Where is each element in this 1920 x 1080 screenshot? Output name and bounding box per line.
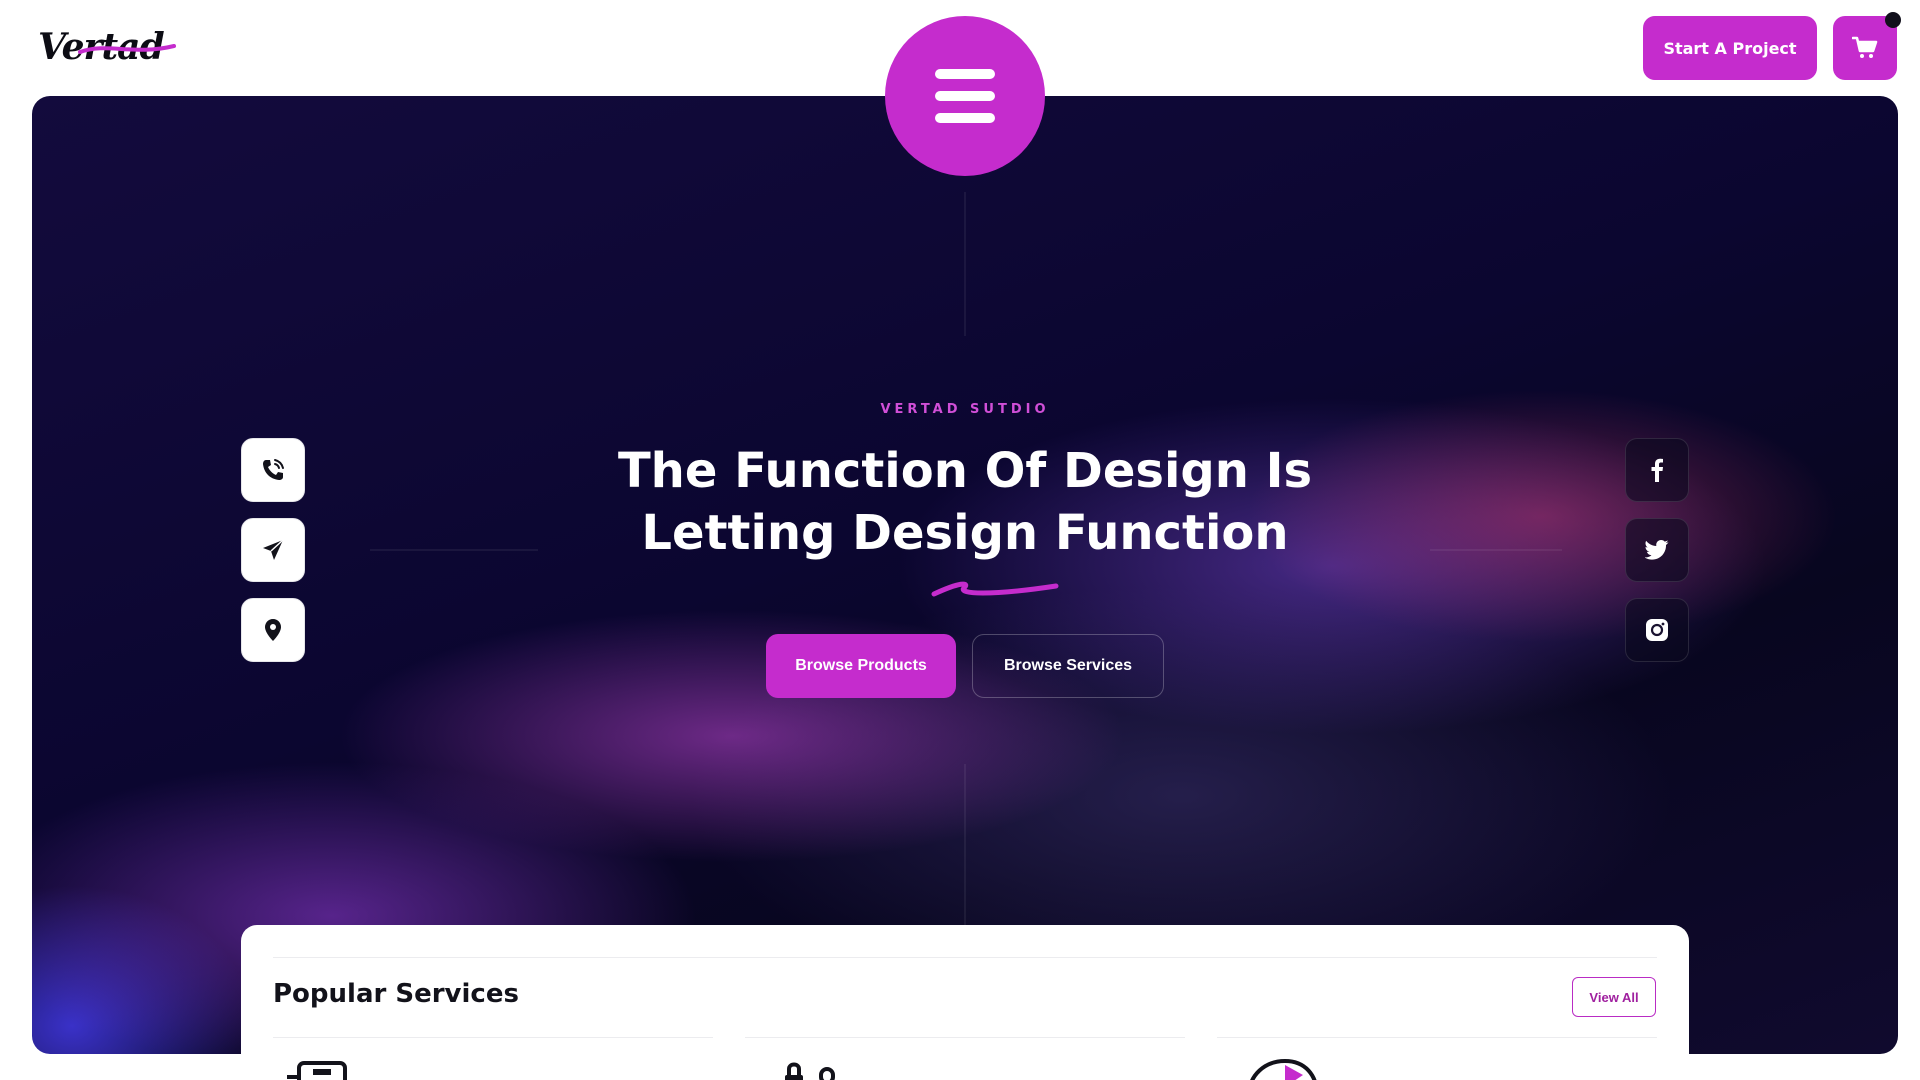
popular-services-title: Popular Services <box>273 979 519 1009</box>
logo[interactable]: Vertad <box>38 26 178 72</box>
cart-icon <box>1852 36 1878 58</box>
cart-badge <box>1885 12 1901 28</box>
service-divider <box>273 1037 713 1038</box>
logo-swash-icon <box>78 44 176 54</box>
popular-services-card: Popular Services View All <box>241 925 1689 1080</box>
lock-icon <box>785 1062 835 1080</box>
start-project-button[interactable]: Start A Project <box>1643 16 1817 80</box>
hamburger-menu-icon <box>935 69 995 79</box>
twitter-button[interactable] <box>1625 518 1689 582</box>
headline-line-2: Letting Design Function <box>641 505 1289 561</box>
monitor-icon <box>287 1061 347 1080</box>
service-divider <box>745 1037 1185 1038</box>
service-divider <box>1217 1037 1657 1038</box>
card-divider <box>273 957 1657 958</box>
chart-icon <box>1250 1058 1317 1080</box>
twitter-icon <box>1645 540 1669 560</box>
facebook-icon <box>1651 458 1663 482</box>
view-all-button[interactable]: View All <box>1572 977 1656 1017</box>
phone-icon <box>263 459 284 480</box>
browse-services-button[interactable]: Browse Services <box>972 634 1164 698</box>
send-icon <box>263 539 284 560</box>
phone-button[interactable] <box>241 438 305 502</box>
hero-decor-lines <box>370 192 1562 926</box>
menu-button[interactable] <box>885 16 1045 176</box>
hero-eyebrow: VERTAD SUTDIO <box>880 402 1050 417</box>
location-button[interactable] <box>241 598 305 662</box>
instagram-icon <box>1646 619 1668 641</box>
facebook-button[interactable] <box>1625 438 1689 502</box>
hero-section <box>32 96 1898 1054</box>
headline-line-1: The Function Of Design Is <box>617 443 1313 499</box>
headline-swash-icon <box>931 581 1059 597</box>
browse-products-button[interactable]: Browse Products <box>766 634 956 698</box>
hero-headline: The Function Of Design Is Letting Design… <box>560 440 1370 564</box>
instagram-button[interactable] <box>1625 598 1689 662</box>
location-pin-icon <box>265 619 281 641</box>
send-button[interactable] <box>241 518 305 582</box>
